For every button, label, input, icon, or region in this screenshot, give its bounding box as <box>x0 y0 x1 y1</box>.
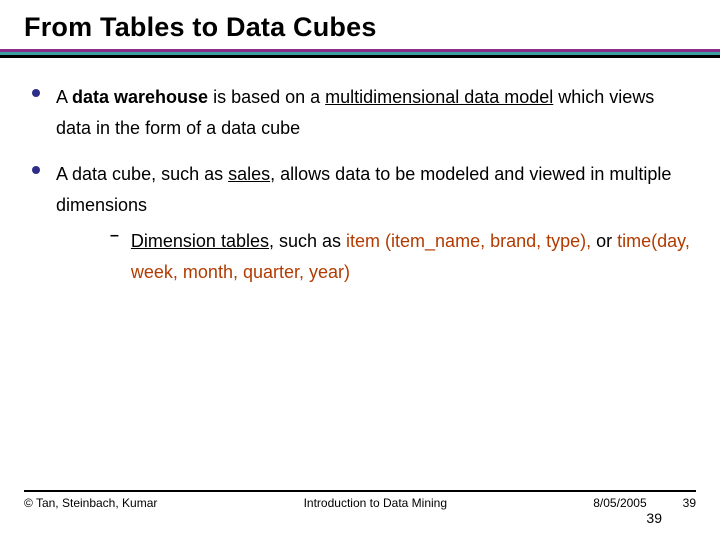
bullet-list: A data warehouse is based on a multidime… <box>32 82 690 288</box>
sub-item: –Dimension tables, such as item (item_na… <box>110 226 690 287</box>
sub-text: Dimension tables, such as item (item_nam… <box>131 226 690 287</box>
dash-icon: – <box>110 227 119 245</box>
sub-list: –Dimension tables, such as item (item_na… <box>110 226 690 287</box>
slide-title: From Tables to Data Cubes <box>24 12 696 43</box>
footer-date: 8/05/2005 <box>593 496 646 510</box>
slide: From Tables to Data Cubes A data warehou… <box>0 0 720 540</box>
footer-page: 39 <box>683 496 696 510</box>
bullet-text: A data cube, such as sales, allows data … <box>56 159 690 220</box>
bullet-item: A data cube, such as sales, allows data … <box>32 159 690 287</box>
footer: © Tan, Steinbach, Kumar Introduction to … <box>24 490 696 510</box>
bullet-icon <box>32 166 40 174</box>
bullet-icon <box>32 89 40 97</box>
bullet-text: A data warehouse is based on a multidime… <box>56 82 690 143</box>
footer-copyright: © Tan, Steinbach, Kumar <box>24 496 157 510</box>
slide-body: A data warehouse is based on a multidime… <box>24 76 696 288</box>
footer-title: Introduction to Data Mining <box>157 496 593 510</box>
rule-black <box>0 55 720 58</box>
bullet-item: A data warehouse is based on a multidime… <box>32 82 690 143</box>
title-rule <box>0 49 720 58</box>
page-number-overlay: 39 <box>646 510 662 526</box>
